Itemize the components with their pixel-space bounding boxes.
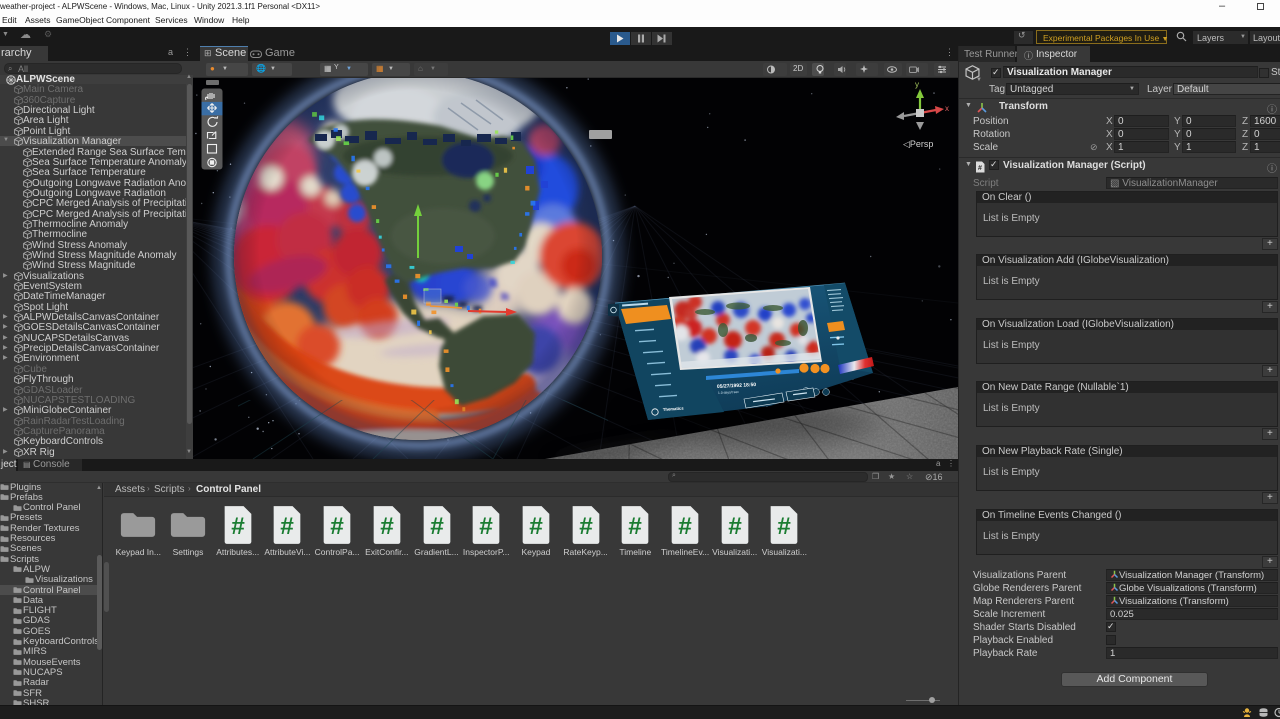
- svg-text:◁Persp: ◁Persp: [903, 139, 933, 149]
- svg-text:#: #: [579, 513, 593, 540]
- svg-text:#: #: [430, 513, 444, 540]
- svg-text:#: #: [330, 513, 344, 540]
- svg-text:#: #: [629, 513, 643, 540]
- svg-text:#: #: [281, 513, 295, 540]
- svg-text:#: #: [678, 513, 692, 540]
- svg-text:#: #: [529, 513, 543, 540]
- svg-text:#: #: [728, 513, 742, 540]
- svg-text:#: #: [380, 513, 394, 540]
- svg-text:x: x: [945, 104, 949, 113]
- svg-text:#: #: [479, 513, 493, 540]
- svg-text:#: #: [778, 513, 792, 540]
- svg-text:#: #: [978, 165, 982, 172]
- svg-text:y: y: [915, 80, 919, 89]
- svg-text:#: #: [231, 513, 245, 540]
